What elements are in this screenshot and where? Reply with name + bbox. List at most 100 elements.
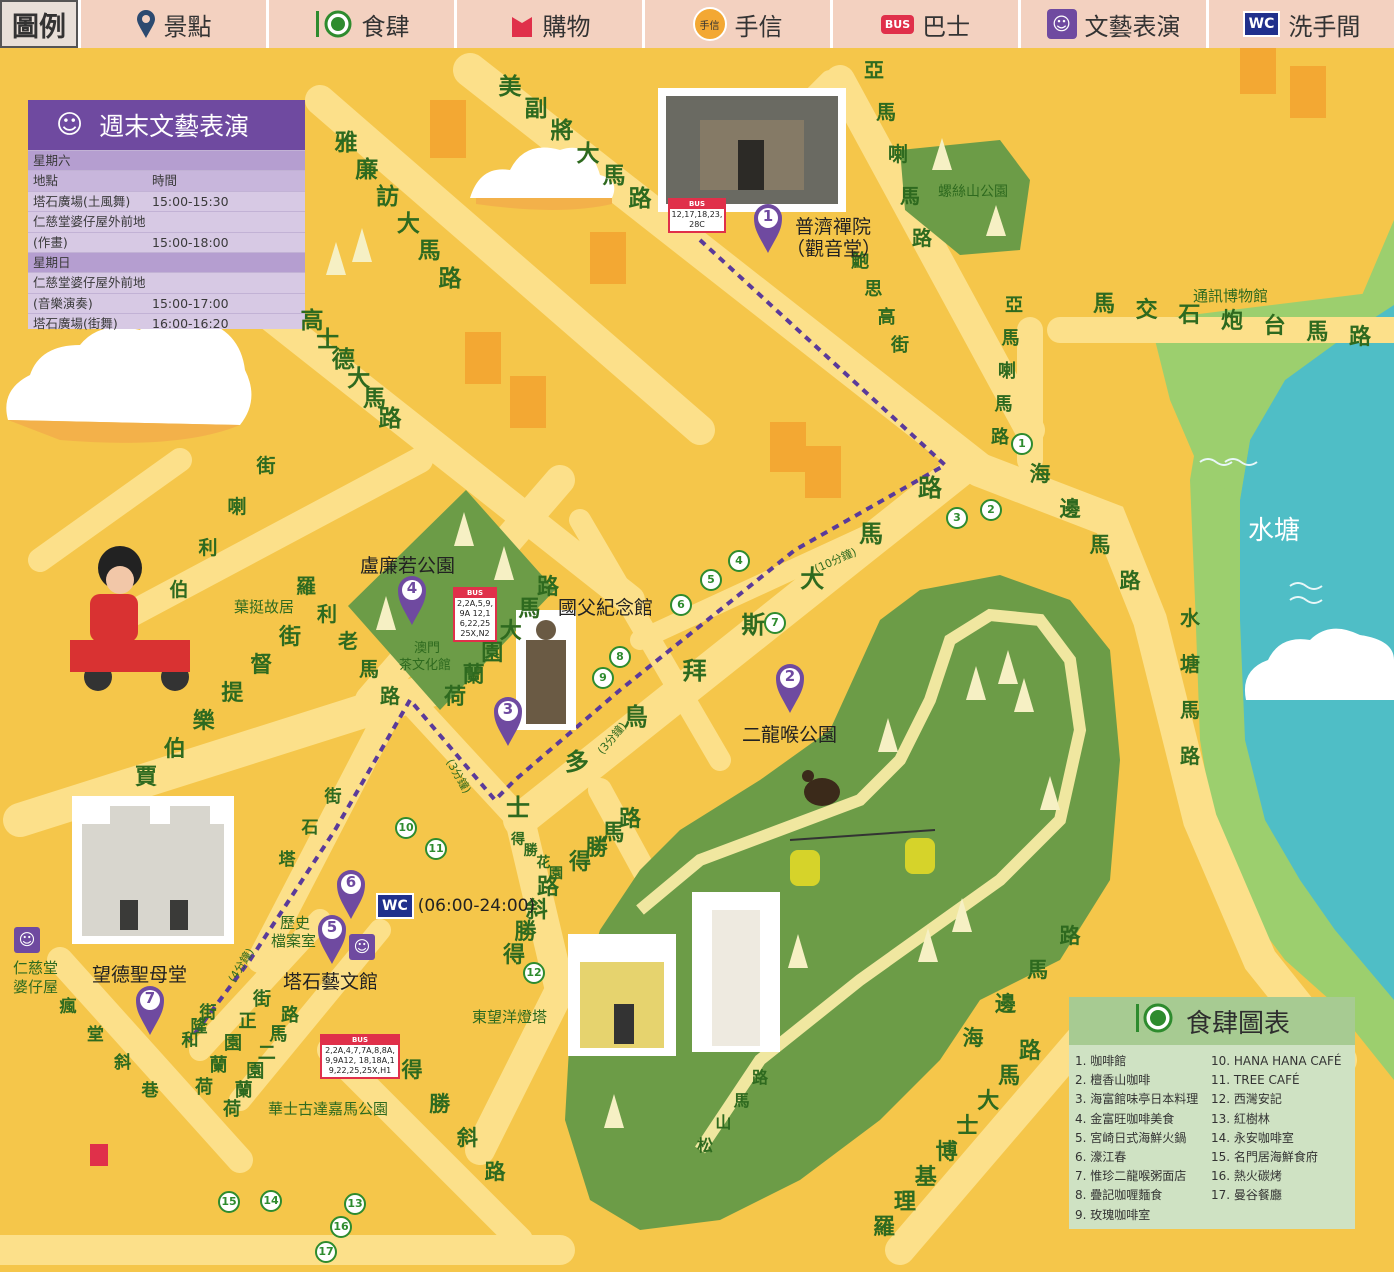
street-label-glyph: 園 <box>549 866 563 882</box>
street-label-glyph: 士 <box>506 794 530 822</box>
street-label-glyph: 街 <box>891 335 909 356</box>
street-label-glyph: 邊 <box>994 991 1016 1016</box>
street-label-glyph: 石 <box>301 818 319 838</box>
street-label-glyph: 水 <box>1180 606 1200 630</box>
reservoir-label: 水塘 <box>1248 516 1301 546</box>
tap-seac-gallery-label: 塔石藝文館 <box>283 971 379 993</box>
restaurant-marker-9[interactable]: 9 <box>592 667 614 689</box>
street-label-glyph: 大 <box>396 211 420 238</box>
list-item: 8. 疊記咖喱麵食 <box>1075 1188 1163 1203</box>
col-time: 時間 <box>152 173 178 189</box>
list-item: 12. 西灣安記 <box>1211 1092 1282 1107</box>
street-label-glyph: 馬 <box>1089 532 1111 557</box>
street-label-glyph: 炮 <box>1221 308 1244 334</box>
street-label-glyph: 亞 <box>864 58 884 82</box>
restaurant-marker-7[interactable]: 7 <box>764 612 786 634</box>
restaurant-marker-4[interactable]: 4 <box>728 550 750 572</box>
legend-shopping[interactable]: 購物 <box>454 0 642 48</box>
attraction-pin-2[interactable]: 2 <box>774 662 806 714</box>
fork-plate-icon <box>314 9 354 39</box>
street-label-glyph: 利 <box>198 537 218 560</box>
restaurant-marker-14[interactable]: 14 <box>260 1190 282 1212</box>
restaurant-marker-5[interactable]: 5 <box>700 569 722 591</box>
street-label-glyph: 勝 <box>429 1091 451 1116</box>
map-stage: 圖例 景點 食肆 購物 手信 手信 BUS 巴士 ☺ 文藝表演 WC 洗手間 ☺… <box>0 0 1394 1272</box>
wc-hours-text: (06:00-24:00) <box>417 896 536 916</box>
street-label-glyph: 路 <box>628 185 652 212</box>
archives-label-2: 檔案室 <box>271 932 317 950</box>
legend-souvenirs[interactable]: 手信 手信 <box>642 0 830 48</box>
pin-number: 1 <box>762 207 774 225</box>
restaurant-marker-3[interactable]: 3 <box>946 507 968 529</box>
restaurant-list-panel: 食肆圖表 1. 咖啡館 2. 檀香山咖啡 3. 海富館味亭日本料理 4. 金富旺咖啡美… <box>1069 997 1355 1229</box>
table-row: 塔石廣場(街舞) 16:00-16:20 <box>28 313 305 333</box>
list-item: 1. 咖啡館 <box>1075 1054 1127 1068</box>
street-label-glyph: 路 <box>991 427 1009 448</box>
pin-number: 5 <box>326 918 338 936</box>
attraction-pin-1[interactable]: 1 <box>752 202 784 254</box>
street-label-glyph: 路 <box>752 1068 769 1087</box>
col-location: 地點 <box>33 173 59 189</box>
row-time: 16:00-16:20 <box>152 316 229 332</box>
bus-stop-sign[interactable]: BUS 12,17,18,23,28C <box>668 198 726 233</box>
list-item: 10. HANA HANA CAFÉ <box>1211 1054 1342 1068</box>
table-row: (作畫) 15:00-18:00 <box>28 231 305 252</box>
legend-restroom-label: 洗手間 <box>1288 12 1361 41</box>
street-label-glyph: 路 <box>378 405 402 432</box>
attraction-pin-4[interactable]: 4 <box>396 574 428 626</box>
restaurant-marker-12[interactable]: 12 <box>523 962 545 984</box>
shopping-bag-icon <box>509 9 535 39</box>
theatre-masks-icon[interactable]: ☺ <box>14 927 40 953</box>
theatre-masks-icon[interactable]: ☺ <box>349 934 375 960</box>
st-lazarus-label: 望德聖母堂 <box>92 964 188 986</box>
street-label-glyph: 高 <box>877 307 896 328</box>
attraction-pin-7[interactable]: 7 <box>134 984 166 1036</box>
restaurant-marker-1[interactable]: 1 <box>1011 433 1033 455</box>
street-label-glyph: 路 <box>619 807 642 832</box>
restaurant-marker-17[interactable]: 17 <box>315 1241 337 1263</box>
attraction-pin-5[interactable]: 5 <box>316 913 348 965</box>
street-label-glyph: 街 <box>199 1002 217 1023</box>
restaurant-marker-2[interactable]: 2 <box>980 499 1002 521</box>
restaurant-marker-16[interactable]: 16 <box>330 1216 352 1238</box>
street-label-glyph: 伯 <box>163 737 186 762</box>
restaurant-marker-10[interactable]: 10 <box>395 817 417 839</box>
street-label-glyph: 馬 <box>1027 957 1049 982</box>
wc-icon: WC <box>1242 11 1281 37</box>
restaurant-marker-6[interactable]: 6 <box>670 594 692 616</box>
street-label-glyph: 路 <box>438 265 462 292</box>
street-label-glyph: 海 <box>962 1025 984 1050</box>
bus-icon: BUS <box>455 589 495 598</box>
table-row: (音樂演奏) 15:00-17:00 <box>28 292 305 313</box>
legend-scenic-spot-label: 景點 <box>163 12 212 41</box>
kun-iam-temple-sublabel: （觀音堂） <box>786 238 882 260</box>
restaurant-marker-13[interactable]: 13 <box>344 1193 366 1215</box>
restaurant-marker-11[interactable]: 11 <box>425 838 447 860</box>
street-label-glyph: 馬 <box>1001 328 1020 349</box>
restaurant-list-title: 食肆圖表 <box>1185 1008 1290 1039</box>
list-item: 14. 永安咖啡室 <box>1211 1130 1294 1145</box>
guia-lighthouse-label: 東望洋燈塔 <box>472 1008 548 1026</box>
legend-restaurants[interactable]: 食肆 <box>266 0 454 48</box>
attraction-pin-6[interactable]: 6 <box>335 868 367 920</box>
street-label-glyph: 訪 <box>376 183 400 210</box>
restaurant-marker-15[interactable]: 15 <box>218 1191 240 1213</box>
street-label-glyph: 路 <box>918 474 942 502</box>
yip-ting-label: 葉挺故居 <box>234 598 295 616</box>
street-label-glyph: 老 <box>338 629 358 653</box>
legend-bus[interactable]: BUS 巴士 <box>830 0 1018 48</box>
bus-routes: 2,2A,5,9,9A 12,16,22,25 25X,N2 <box>456 599 493 638</box>
attraction-pin-3[interactable]: 3 <box>492 695 524 747</box>
restaurant-marker-8[interactable]: 8 <box>609 646 631 668</box>
legend-scenic-spot[interactable]: 景點 <box>78 0 266 48</box>
bus-stop-sign[interactable]: BUS 2,2A,4,7,7A,8,8A,9,9A12, 18,18A,19,22… <box>320 1034 400 1079</box>
table-row: 仁慈堂婆仔屋外前地 <box>28 211 305 231</box>
row-location: (作畫) <box>33 234 68 250</box>
bus-stop-sign[interactable]: BUS 2,2A,5,9,9A 12,16,22,25 25X,N2 <box>453 587 497 642</box>
tea-culture-label-2: 茶文化館 <box>399 658 452 673</box>
legend-performance[interactable]: ☺ 文藝表演 <box>1018 0 1206 48</box>
legend-restroom[interactable]: WC 洗手間 <box>1206 0 1394 48</box>
row-location: 仁慈堂婆仔屋外前地 <box>33 214 146 230</box>
street-label-glyph: 將 <box>550 118 574 145</box>
pin-number: 4 <box>406 579 418 597</box>
